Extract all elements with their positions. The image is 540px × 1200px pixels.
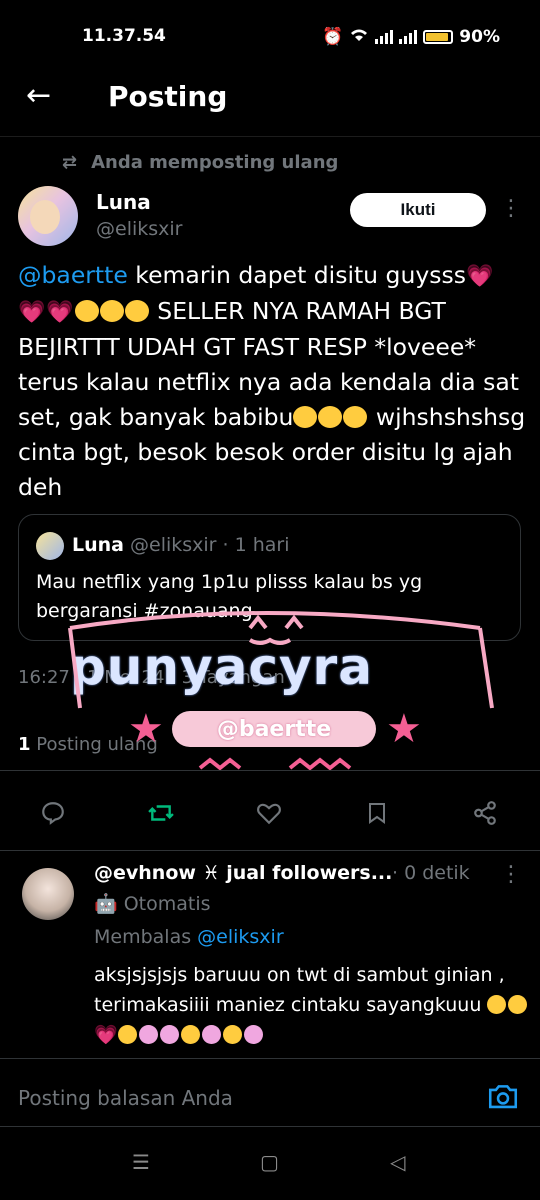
- header-divider: [0, 136, 540, 137]
- alarm-icon: ⏰: [322, 26, 344, 47]
- replying-prefix: Membalas: [94, 926, 198, 948]
- watermark-decoration: [68, 611, 494, 771]
- author-handle[interactable]: @eliksxir: [96, 218, 182, 240]
- composer-divider-2: [0, 1126, 540, 1127]
- wink-emoji-2: [318, 406, 343, 428]
- signal-icon-2: [399, 29, 418, 44]
- back-arrow-icon[interactable]: ←: [26, 78, 51, 113]
- quoted-author-name: Luna: [72, 534, 124, 556]
- automated-text: Otomatis: [123, 893, 211, 915]
- status-icons: ⏰ 90%: [322, 26, 500, 47]
- reply-time: · 0 detik: [392, 862, 470, 884]
- cat-emoji-4: [243, 1025, 263, 1044]
- reply-avatar[interactable]: [22, 868, 74, 920]
- share-icon[interactable]: [470, 798, 500, 828]
- post-body: @baertte kemarin dapet disitu guysss💗 💗💗…: [18, 258, 528, 505]
- pleading-emoji: [487, 995, 507, 1014]
- face-emoji-2: [99, 300, 124, 322]
- quoted-meta: @eliksxir · 1 hari: [130, 534, 290, 556]
- wifi-icon: [349, 26, 369, 47]
- grin-emoji-3: [222, 1025, 242, 1044]
- cat-emoji-3: [201, 1025, 221, 1044]
- more-options-icon[interactable]: ⋮: [500, 196, 522, 221]
- replying-handle[interactable]: @eliksxir: [197, 926, 283, 948]
- bot-icon: 🤖: [94, 893, 118, 915]
- bookmark-icon[interactable]: [362, 798, 392, 828]
- action-bar: [0, 786, 540, 836]
- post-text-1: kemarin dapet disitu guysss: [127, 261, 466, 289]
- quoted-avatar: [36, 532, 64, 560]
- menu-icon[interactable]: ☰: [132, 1150, 150, 1174]
- heart-emoji-3: 💗: [46, 300, 74, 325]
- battery-percent: 90%: [459, 26, 500, 47]
- wink-emoji: [293, 406, 318, 428]
- signal-icon: [375, 29, 394, 44]
- reply-body: aksjsjsjsjs baruuu on twt di sambut gini…: [94, 964, 505, 1016]
- reply-author-name[interactable]: @evhnow ♓ jual followers...: [94, 862, 392, 884]
- mention-link[interactable]: @baertte: [18, 261, 128, 289]
- camera-icon[interactable]: [486, 1080, 520, 1114]
- wink-emoji-3: [343, 406, 368, 428]
- page-title: Posting: [108, 80, 228, 113]
- heart-emoji: 💗: [466, 264, 494, 289]
- divider: [0, 770, 540, 771]
- system-nav-bar: ☰ ▢ ◁: [0, 1150, 540, 1184]
- heart-icon[interactable]: [254, 798, 284, 828]
- repost-count: 1: [18, 734, 31, 755]
- divider-2: [0, 850, 540, 851]
- reply-input[interactable]: Posting balasan Anda: [18, 1086, 233, 1110]
- heart-emoji-2: 💗: [18, 300, 46, 325]
- reply-more-options-icon[interactable]: ⋮: [500, 862, 522, 887]
- replying-to: Membalas @eliksxir: [94, 926, 284, 948]
- pleading-emoji-2: [508, 995, 528, 1014]
- reply-text: aksjsjsjsjs baruuu on twt di sambut gini…: [94, 960, 534, 1050]
- follow-button[interactable]: Ikuti: [350, 193, 486, 227]
- grin-emoji: [117, 1025, 137, 1044]
- avatar[interactable]: [18, 186, 78, 246]
- repost-context: ⇄ Anda memposting ulang: [62, 152, 338, 173]
- author-name[interactable]: Luna: [96, 190, 151, 214]
- repost-context-label: Anda memposting ulang: [91, 152, 339, 173]
- cat-emoji-2: [159, 1025, 179, 1044]
- repost-icon-active[interactable]: [146, 798, 176, 828]
- repost-icon: ⇄: [62, 152, 78, 173]
- automated-label: 🤖 Otomatis: [94, 892, 211, 915]
- face-emoji-3: [124, 300, 149, 322]
- home-icon[interactable]: ▢: [260, 1150, 279, 1174]
- status-time: 11.37.54: [82, 26, 166, 46]
- face-emoji: [74, 300, 99, 322]
- battery-icon: [423, 29, 454, 44]
- heart-emoji: 💗: [94, 1024, 118, 1046]
- back-icon[interactable]: ◁: [390, 1150, 405, 1174]
- comment-icon[interactable]: [38, 798, 68, 828]
- cat-emoji: [138, 1025, 158, 1044]
- grin-emoji-2: [180, 1025, 200, 1044]
- composer-divider: [0, 1058, 540, 1059]
